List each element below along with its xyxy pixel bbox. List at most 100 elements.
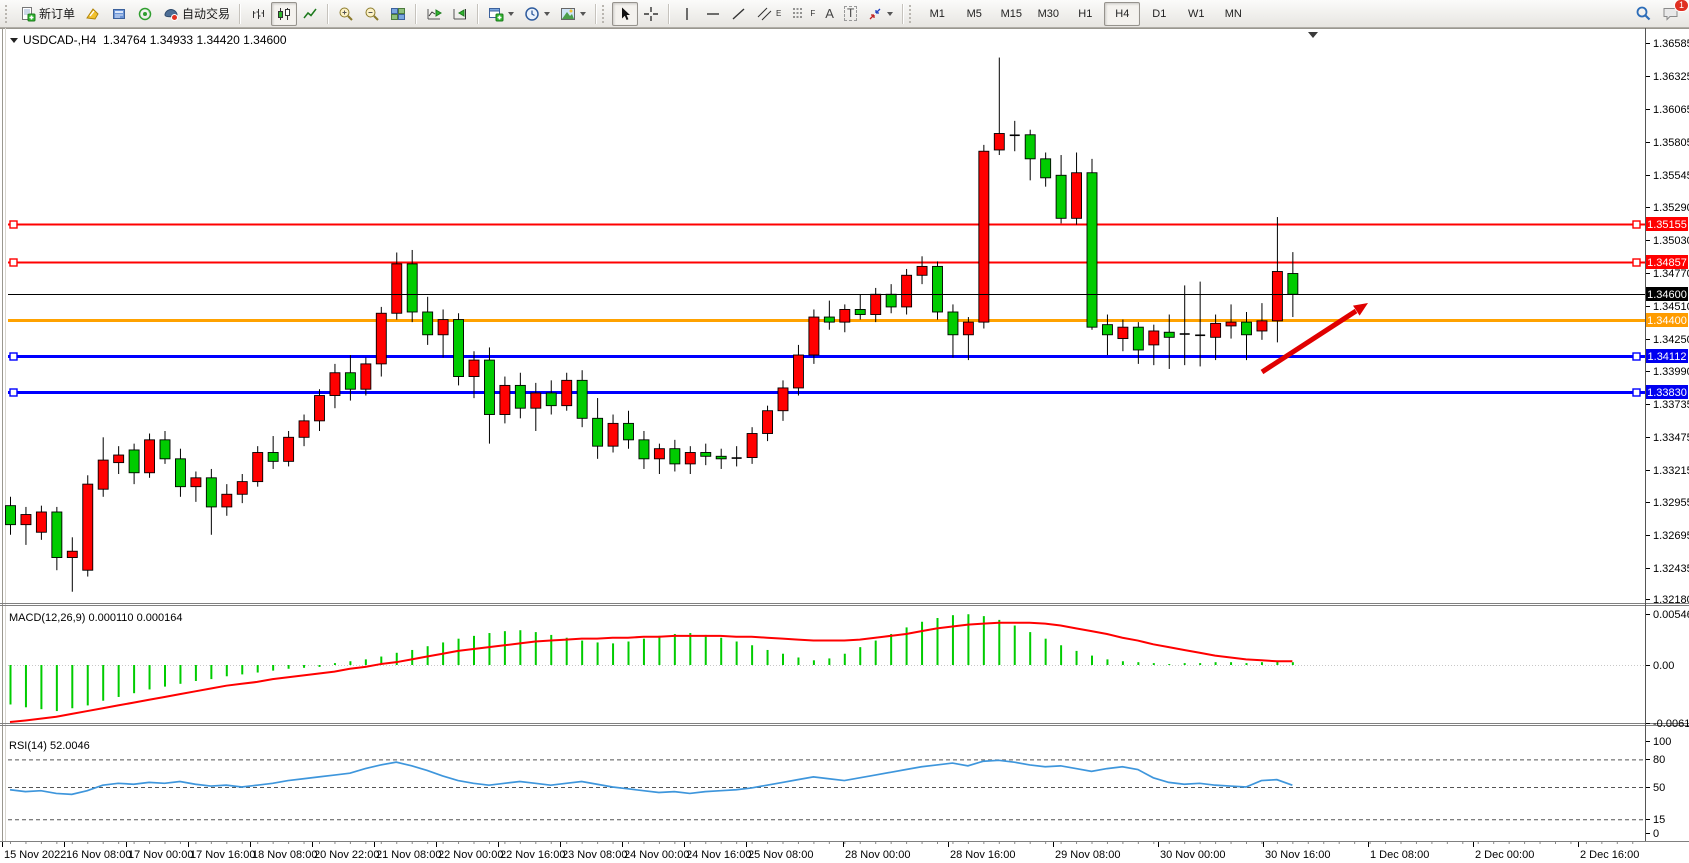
fibonacci-tool-button[interactable]: F	[786, 2, 820, 26]
candle-body	[948, 312, 958, 335]
candle-body	[793, 355, 803, 388]
text-tool-button[interactable]: A	[820, 2, 839, 26]
crosshair-tool-button[interactable]	[638, 2, 664, 26]
timeframe-button-D1[interactable]: D1	[1141, 2, 1177, 26]
candle-body	[376, 313, 386, 364]
timeframe-button-H1[interactable]: H1	[1067, 2, 1103, 26]
price-tick-label: 1.33990	[1653, 366, 1689, 378]
sounds-button[interactable]	[132, 2, 158, 26]
timeframe-group: M1M5M15M30H1H4D1W1MN	[919, 2, 1251, 26]
chart-shift-button[interactable]	[447, 2, 473, 26]
data-window-button[interactable]	[106, 2, 132, 26]
timeframe-button-M1[interactable]: M1	[919, 2, 955, 26]
candle-body	[484, 360, 494, 414]
timeframe-button-W1[interactable]: W1	[1178, 2, 1214, 26]
time-axis[interactable]: 15 Nov 202216 Nov 08:0017 Nov 00:0017 No…	[3, 842, 1640, 861]
candle-body	[1288, 274, 1298, 295]
fibonacci-letter: F	[810, 9, 815, 18]
price-axis[interactable]: 1.365851.363251.360651.358051.355451.352…	[1646, 38, 1689, 606]
candlestick-chart-button[interactable]	[271, 2, 297, 26]
toolbar-grip[interactable]	[5, 5, 12, 23]
bar-chart-icon	[250, 6, 266, 22]
horizontal-line-tool-button[interactable]	[700, 2, 726, 26]
tile-windows-button[interactable]	[385, 2, 411, 26]
candle-body	[902, 275, 912, 307]
cursor-tool-button[interactable]	[612, 2, 638, 26]
price-tick-label: 1.32435	[1653, 563, 1689, 575]
toolbar-grip[interactable]	[909, 5, 916, 23]
zoom-in-button[interactable]	[333, 2, 359, 26]
chart-menu-caret[interactable]	[10, 38, 18, 43]
hline-handle[interactable]	[10, 389, 17, 396]
candle-body	[1056, 175, 1066, 218]
cursor-icon	[617, 6, 633, 22]
timeframe-button-H4[interactable]: H4	[1104, 2, 1140, 26]
autotrade-button[interactable]: 自动交易	[158, 2, 235, 26]
price-badge-label: 1.34400	[1647, 315, 1687, 327]
channel-tool-button[interactable]: E	[752, 2, 786, 26]
candle-body	[778, 388, 788, 411]
candle-body	[963, 322, 973, 335]
auto-scroll-button[interactable]	[421, 2, 447, 26]
candle-body	[763, 411, 773, 434]
vertical-line-tool-button[interactable]	[674, 2, 700, 26]
trendline-tool-button[interactable]	[726, 2, 752, 26]
candle-body	[1072, 173, 1082, 219]
chart-shift-marker[interactable]	[1308, 32, 1318, 38]
rsi-indicator-label: RSI(14) 52.0046	[9, 740, 90, 752]
candle-body	[1133, 327, 1143, 350]
hline-handle[interactable]	[10, 353, 17, 360]
new-chart-button[interactable]	[483, 2, 519, 26]
text-label-tool-button[interactable]: T	[839, 2, 862, 26]
zoom-out-button[interactable]	[359, 2, 385, 26]
template-icon	[560, 6, 576, 22]
text-tool-icon: A	[825, 6, 834, 21]
arrows-tool-button[interactable]	[862, 2, 898, 26]
candle-body	[562, 380, 572, 405]
new-order-button[interactable]: 新订单	[15, 2, 80, 26]
hline-handle[interactable]	[1633, 221, 1640, 228]
hline-handle[interactable]	[1633, 389, 1640, 396]
hline-handle[interactable]	[10, 259, 17, 266]
candle-body	[83, 484, 93, 570]
clock-icon	[524, 6, 540, 22]
zoom-in-icon	[338, 6, 354, 22]
timeframe-button-M5[interactable]: M5	[956, 2, 992, 26]
macd-pane: 0.0054690.00-0.006124	[8, 609, 1689, 730]
hline-handle[interactable]	[1633, 353, 1640, 360]
toolbar-grip[interactable]	[602, 5, 609, 23]
candle-body	[469, 360, 479, 376]
timeframe-button-M30[interactable]: M30	[1030, 2, 1066, 26]
tile-windows-icon	[390, 6, 406, 22]
templates-button[interactable]	[555, 2, 591, 26]
hline-handle[interactable]	[1633, 259, 1640, 266]
hline-handle[interactable]	[10, 221, 17, 228]
candle-body	[114, 455, 124, 463]
candle-body	[1272, 271, 1282, 320]
time-axis-label: 15 Nov 2022	[4, 849, 66, 861]
candle-body	[1211, 323, 1221, 337]
price-tick-label: 1.34510	[1653, 301, 1689, 313]
candle-body	[515, 385, 525, 408]
chart-canvas[interactable]: 1.365851.363251.360651.358051.355451.352…	[0, 28, 1689, 863]
line-chart-button[interactable]	[297, 2, 323, 26]
candle-body	[438, 320, 448, 335]
time-axis-label: 17 Nov 00:00	[128, 849, 193, 861]
time-axis-label: 22 Nov 16:00	[500, 849, 565, 861]
timeframe-button-M15[interactable]: M15	[993, 2, 1029, 26]
time-axis-label: 18 Nov 08:00	[252, 849, 317, 861]
market-watch-button[interactable]	[80, 2, 106, 26]
chat-button[interactable]: 1	[1657, 2, 1685, 26]
equidistant-channel-icon	[757, 6, 773, 22]
search-button[interactable]	[1630, 2, 1657, 26]
candle-body	[175, 459, 185, 487]
candle-body	[1164, 332, 1174, 337]
time-axis-label: 28 Nov 00:00	[845, 849, 910, 861]
bar-chart-button[interactable]	[245, 2, 271, 26]
arrows-icon	[867, 6, 883, 22]
profiles-button[interactable]	[519, 2, 555, 26]
candle-body	[423, 312, 433, 335]
timeframe-button-MN[interactable]: MN	[1215, 2, 1251, 26]
toolbar-separator	[595, 4, 597, 24]
candle-body	[933, 266, 943, 312]
